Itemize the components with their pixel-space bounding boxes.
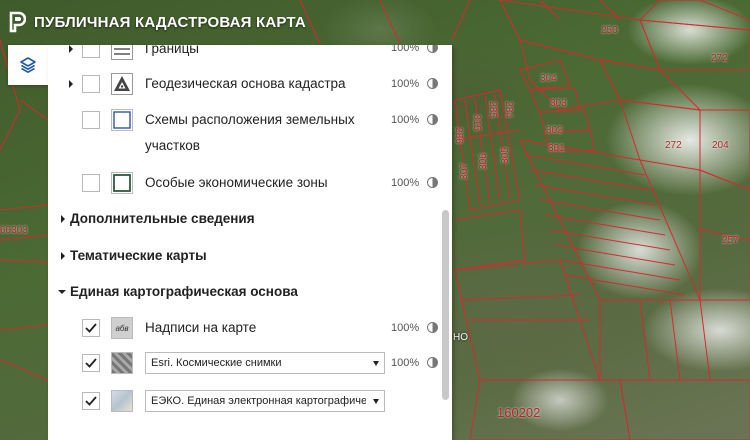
map-parcel-label: 315 <box>470 114 482 131</box>
boundaries-layer-icon <box>111 45 133 60</box>
map-parcel-label: 284 <box>502 101 514 118</box>
layer-checkbox[interactable] <box>82 111 100 129</box>
expand-arrow-icon[interactable] <box>61 252 65 260</box>
app-title: ПУБЛИЧНАЯ КАДАСТРОВАЯ КАРТА <box>34 13 306 31</box>
expand-arrow-icon[interactable] <box>69 45 73 53</box>
checkmark-icon <box>85 323 97 333</box>
expand-arrow-icon[interactable] <box>69 80 73 88</box>
checkmark-icon <box>85 358 97 368</box>
chevron-down-icon <box>373 361 379 366</box>
layers-panel: Границы 100% Геодезическая основа кадаст… <box>48 45 452 440</box>
map-parcel-label: 306 <box>477 153 489 170</box>
section-title[interactable]: Тематические карты <box>70 248 207 263</box>
layers-toggle-button[interactable] <box>8 45 48 85</box>
map-parcel-label: 305 <box>499 147 511 164</box>
opacity-icon[interactable] <box>427 78 438 89</box>
eeko-source-select[interactable]: ЕЭКО. Единая электронная картографическ <box>145 390 385 412</box>
map-parcel-label: 285 <box>486 101 498 118</box>
layer-checkbox[interactable] <box>82 392 100 410</box>
layers-icon <box>20 57 36 73</box>
chevron-down-icon <box>373 399 379 404</box>
opacity-value: 100% <box>391 78 420 90</box>
section-title[interactable]: Единая картографическая основа <box>70 284 298 299</box>
map-parcel-label: 272 <box>711 53 728 64</box>
opacity-icon[interactable] <box>427 322 438 333</box>
layer-name: Геодезическая основа кадастра <box>145 76 346 91</box>
opacity-value: 100% <box>391 177 420 189</box>
opacity-value: 100% <box>391 357 420 369</box>
opacity-icon[interactable] <box>427 357 438 368</box>
map-parcel-label: 303 <box>550 98 567 109</box>
opacity-value: 100% <box>391 114 420 126</box>
panel-scrollbar[interactable] <box>442 210 449 400</box>
layer-name: участков <box>145 138 200 153</box>
section-title[interactable]: Дополнительные сведения <box>70 211 255 226</box>
map-parcel-label: 272 <box>665 140 682 151</box>
map-parcel-label: 286 <box>452 127 464 144</box>
satellite-layer-icon <box>111 352 133 374</box>
map-parcel-label: 304 <box>540 73 557 84</box>
map-parcel-label: 204 <box>712 140 729 151</box>
layer-checkbox[interactable] <box>82 174 100 192</box>
land-scheme-layer-icon <box>111 109 133 131</box>
layer-name: Надписи на карте <box>145 320 257 335</box>
map-parcel-label: 60303 <box>0 225 28 236</box>
select-value: Esri. Космические снимки <box>151 357 282 369</box>
eeko-layer-icon <box>111 390 133 412</box>
map-parcel-label: 307 <box>458 163 470 180</box>
layer-checkbox[interactable] <box>82 75 100 93</box>
satellite-source-select[interactable]: Esri. Космические снимки <box>145 352 385 374</box>
icon-text: абв <box>115 323 129 333</box>
app-header: ПУБЛИЧНАЯ КАДАСТРОВАЯ КАРТА <box>0 0 306 44</box>
map-parcel-label: 302 <box>546 125 563 136</box>
expand-arrow-icon[interactable] <box>61 215 65 223</box>
map-parcel-label: 257 <box>722 235 739 246</box>
map-parcel-label: 250 <box>601 25 618 36</box>
map-labels-layer-icon: абв <box>111 317 133 339</box>
map-parcel-label: 301 <box>548 143 565 154</box>
opacity-value: 100% <box>391 322 420 334</box>
map-parcel-label: 160202 <box>497 405 541 420</box>
layer-checkbox[interactable] <box>82 319 100 337</box>
pkk-logo-icon[interactable] <box>8 11 26 33</box>
opacity-icon[interactable] <box>427 177 438 188</box>
map-place-label: НО <box>453 332 468 343</box>
layer-checkbox[interactable] <box>82 354 100 372</box>
checkmark-icon <box>85 396 97 406</box>
opacity-value: 100% <box>391 45 420 54</box>
opacity-icon[interactable] <box>427 114 438 125</box>
select-value: ЕЭКО. Единая электронная картографическ <box>151 395 366 407</box>
layer-checkbox[interactable] <box>82 45 100 58</box>
layer-name: Особые экономические зоны <box>145 175 328 190</box>
layer-name: Схемы расположения земельных <box>145 112 355 127</box>
geodetic-triangle-icon <box>111 73 133 95</box>
layer-name: Границы <box>145 45 199 56</box>
economic-zone-layer-icon <box>111 172 133 194</box>
opacity-icon[interactable] <box>427 45 438 53</box>
collapse-arrow-icon[interactable] <box>58 290 66 294</box>
